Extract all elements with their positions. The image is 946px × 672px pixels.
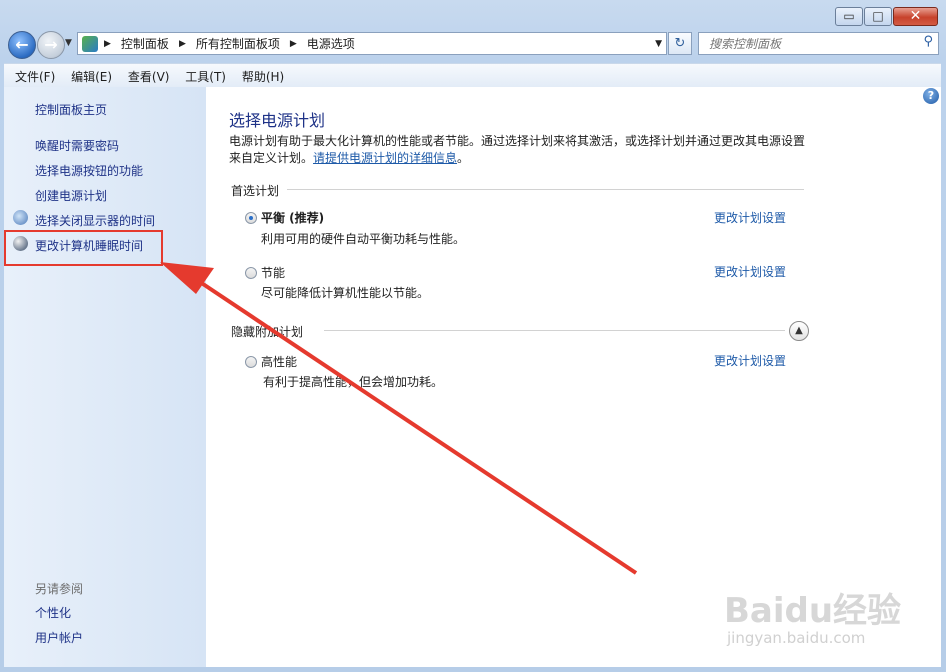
arrow-right-icon: → <box>44 35 58 54</box>
breadcrumb-power-options[interactable]: 电源选项 <box>307 35 355 52</box>
preferred-plans-label: 首选计划 <box>231 184 280 198</box>
close-button[interactable]: ✕ <box>893 7 938 26</box>
chevron-right-icon: ▶ <box>104 38 111 49</box>
control-panel-icon <box>82 35 98 52</box>
plan-balanced-name[interactable]: 平衡 (推荐) <box>261 209 324 226</box>
content-area: 控制面板主页 唤醒时需要密码 选择电源按钮的功能 创建电源计划 选择关闭显示器的… <box>4 87 941 667</box>
back-button[interactable]: ← <box>8 31 36 59</box>
plan-power-saver-change-settings[interactable]: 更改计划设置 <box>714 263 786 280</box>
plan-power-saver-name[interactable]: 节能 <box>261 264 285 281</box>
highlight-box-sleep-time <box>4 230 163 266</box>
forward-button[interactable]: → <box>37 31 65 59</box>
menu-file[interactable]: 文件(F) <box>15 64 55 85</box>
page-description: 电源计划有助于最大化计算机的性能或者节能。通过选择计划来将其激活，或选择计划并通… <box>229 133 814 167</box>
maximize-button[interactable]: □ <box>864 7 892 26</box>
watermark-url: jingyan.baidu.com <box>727 629 866 647</box>
plan-high-performance-change-settings[interactable]: 更改计划设置 <box>714 352 786 369</box>
plan-balanced-change-settings[interactable]: 更改计划设置 <box>714 209 786 226</box>
search-input[interactable] <box>707 35 911 53</box>
search-icon[interactable]: ⚲ <box>923 34 933 49</box>
plan-details-link[interactable]: 请提供电源计划的详细信息 <box>313 151 457 165</box>
collapse-hidden-plans-chevron-up-icon[interactable]: ▲ <box>789 321 809 341</box>
hidden-plans-divider <box>324 330 785 331</box>
menu-bar: 文件(F) 编辑(E) 查看(V) 工具(T) 帮助(H) <box>4 63 941 87</box>
description-line-2: 来自定义计划。 <box>229 151 314 165</box>
see-also-personalization-link[interactable]: 个性化 <box>35 604 71 621</box>
sidebar-link-power-buttons[interactable]: 选择电源按钮的功能 <box>35 162 143 179</box>
plan-high-performance-name[interactable]: 高性能 <box>261 353 297 370</box>
left-task-pane: 控制面板主页 唤醒时需要密码 选择电源按钮的功能 创建电源计划 选择关闭显示器的… <box>4 87 206 667</box>
refresh-button[interactable]: ↻ <box>668 32 692 55</box>
menu-view[interactable]: 查看(V) <box>128 64 170 85</box>
menu-tools[interactable]: 工具(T) <box>185 64 226 85</box>
minimize-button[interactable]: ▭ <box>835 7 863 26</box>
page-title: 选择电源计划 <box>229 111 326 130</box>
control-panel-home-link[interactable]: 控制面板主页 <box>35 101 107 118</box>
display-clock-icon <box>13 210 28 225</box>
description-line-1: 电源计划有助于最大化计算机的性能或者节能。通过选择计划来将其激活，或选择计划并通… <box>229 134 806 148</box>
sidebar-link-wake-password[interactable]: 唤醒时需要密码 <box>35 137 119 154</box>
maximize-icon: □ <box>872 9 884 23</box>
search-box: ⚲ <box>698 32 939 55</box>
address-bar[interactable]: ▶ 控制面板 ▶ 所有控制面板项 ▶ 电源选项 ▼ <box>77 32 667 55</box>
chevron-right-icon: ▶ <box>178 38 186 49</box>
breadcrumb-control-panel[interactable]: 控制面板 <box>121 35 169 52</box>
close-icon: ✕ <box>909 8 922 24</box>
see-also-title: 另请参阅 <box>35 582 84 596</box>
plan-balanced-radio[interactable] <box>245 212 257 224</box>
chevron-right-icon: ▶ <box>289 38 297 49</box>
recent-pages-chevron-down-icon[interactable]: ▼ <box>65 38 72 48</box>
sidebar-link-create-plan[interactable]: 创建电源计划 <box>35 187 107 204</box>
minimize-icon: ▭ <box>843 9 855 23</box>
description-end: 。 <box>457 151 470 165</box>
arrow-left-icon: ← <box>15 35 29 54</box>
plan-high-performance-radio[interactable] <box>245 356 257 368</box>
help-icon[interactable]: ? <box>923 88 939 104</box>
control-panel-window: ▭ □ ✕ ← → ▼ ▶ 控制面板 ▶ 所有控制面板项 ▶ 电源选项 ▼ ↻ ⚲ 文… <box>0 0 946 672</box>
menu-edit[interactable]: 编辑(E) <box>71 64 112 85</box>
sidebar-link-display-off[interactable]: 选择关闭显示器的时间 <box>35 212 155 229</box>
watermark-logo: Baidu经验 <box>724 591 902 631</box>
hidden-plans-label: 隐藏附加计划 <box>231 325 304 339</box>
plan-power-saver-desc: 尽可能降低计算机性能以节能。 <box>261 286 430 300</box>
plan-high-performance-desc: 有利于提高性能，但会增加功耗。 <box>263 375 444 389</box>
menu-help[interactable]: 帮助(H) <box>242 64 284 85</box>
preferred-plans-divider <box>287 189 804 190</box>
see-also-user-accounts-link[interactable]: 用户帐户 <box>35 629 83 646</box>
plan-power-saver-radio[interactable] <box>245 267 257 279</box>
address-dropdown-chevron-down-icon[interactable]: ▼ <box>655 39 662 49</box>
caption-buttons: ▭ □ ✕ <box>834 7 938 26</box>
refresh-icon: ↻ <box>674 36 686 51</box>
plan-balanced-desc: 利用可用的硬件自动平衡功耗与性能。 <box>261 232 466 246</box>
breadcrumb-all-items[interactable]: 所有控制面板项 <box>196 35 280 52</box>
